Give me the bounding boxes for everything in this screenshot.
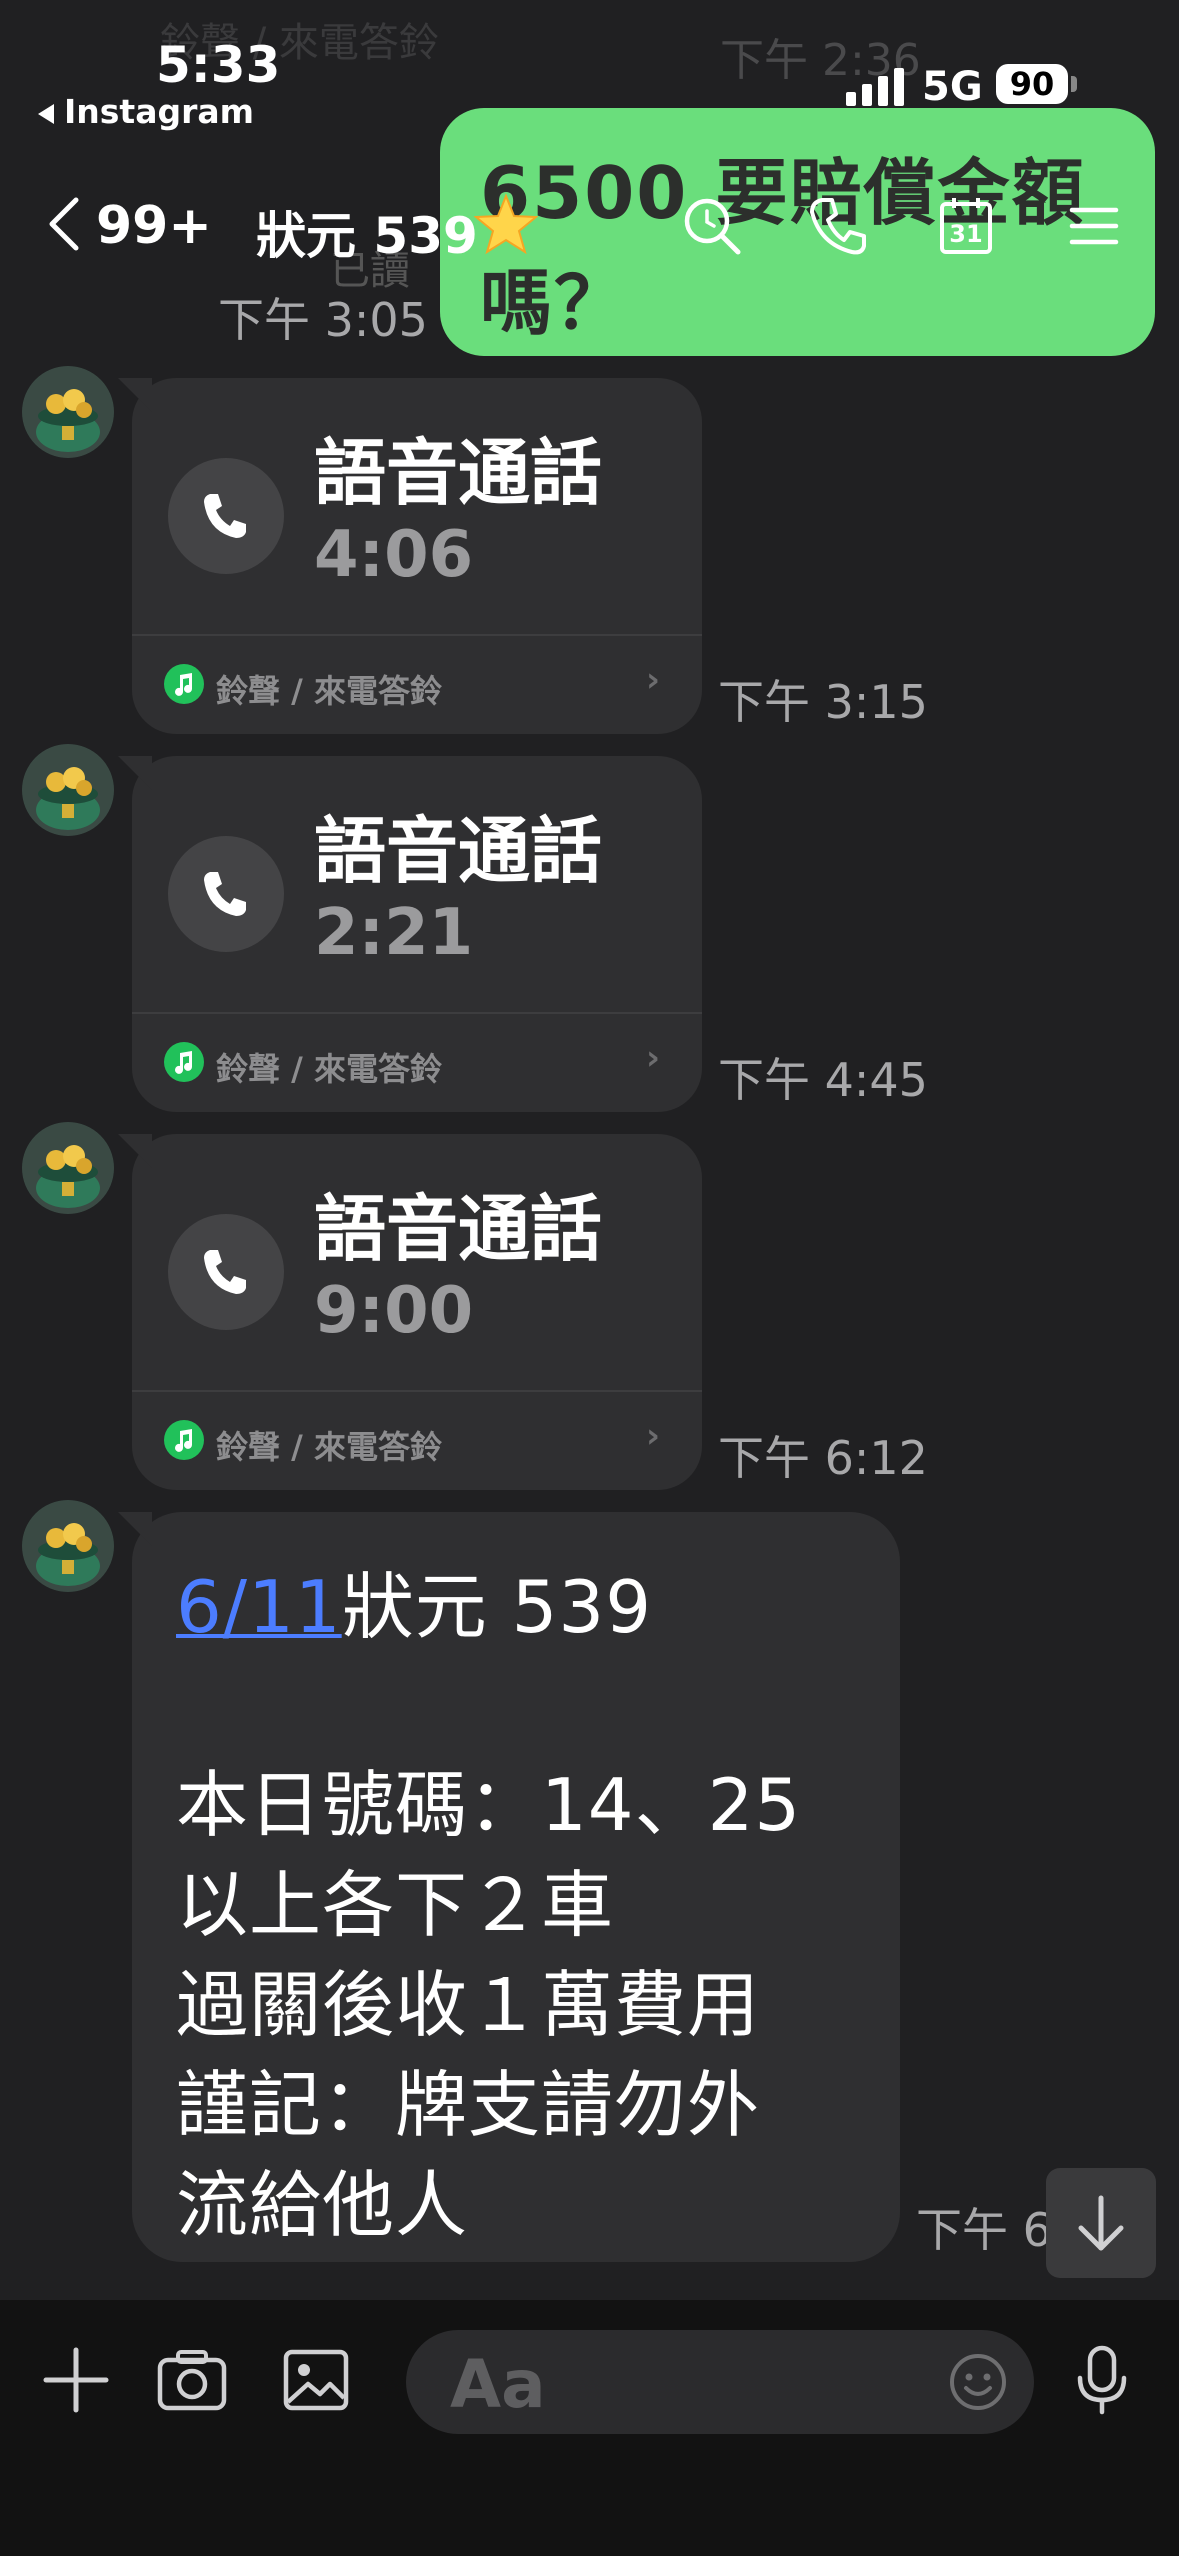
plus-icon[interactable] [36,2340,116,2420]
music-note-icon [164,1420,204,1460]
call-duration: 2:21 [314,896,474,970]
message-time: 下午 4:45 [718,1053,928,1107]
text-message-bubble[interactable]: 6/11狀元 539 本日號碼：14、25 以上各下２車 過關後收１萬費用 謹記… [132,1512,900,2262]
phone-icon [168,1214,284,1330]
message-line: 本日號碼：14、25 [176,1763,802,1847]
phone-icon[interactable] [806,194,870,258]
network-type: 5G [922,64,983,110]
date-link[interactable]: 6/11 [176,1565,342,1649]
calendar-icon[interactable]: 31 [934,194,998,258]
call-title: 語音通話 [314,1187,603,1271]
divider [132,634,702,636]
chevron-right-icon: › [646,1416,661,1456]
call-duration: 4:06 [314,518,474,592]
status-clock: 5:33 [156,36,281,94]
message-line: 謹記：牌支請勿外 [176,2063,761,2147]
voice-call-bubble[interactable]: 語音通話 4:06 鈴聲 / 來電答鈴 › [132,378,702,734]
star-icon [473,192,539,256]
voice-call-bubble[interactable]: 語音通話 9:00 鈴聲 / 來電答鈴 › [132,1134,702,1490]
divider [132,1390,702,1392]
message-input[interactable]: Aa [406,2330,1034,2434]
call-title: 語音通話 [314,431,603,515]
phone-icon [168,836,284,952]
search-icon[interactable] [680,194,744,258]
battery-nub [1071,76,1077,92]
avatar[interactable] [22,744,114,836]
avatar[interactable] [22,1500,114,1592]
message-title-line: 6/11狀元 539 [176,1548,652,1653]
back-triangle-icon [38,103,54,124]
music-note-icon [164,664,204,704]
scroll-to-bottom-button[interactable] [1046,2168,1156,2278]
status-bar: 5:33 Instagram 5G 90 [0,0,1179,131]
battery-icon: 90 [996,64,1068,104]
avatar[interactable] [22,1122,114,1214]
chat-title[interactable]: 狀元 539 [256,196,478,268]
back-chevron-icon[interactable] [36,194,96,254]
music-note-icon [164,1042,204,1082]
chat-header: 99+ 狀元 539 31 [0,170,1179,280]
image-icon[interactable] [276,2340,356,2420]
camera-icon[interactable] [152,2340,232,2420]
ringtone-link[interactable]: 鈴聲 / 來電答鈴 [216,1422,442,1468]
cellular-signal-icon [846,66,906,106]
divider [132,1012,702,1014]
call-title: 語音通話 [314,809,603,893]
chevron-right-icon: › [646,1038,661,1078]
ringtone-link[interactable]: 鈴聲 / 來電答鈴 [216,666,442,712]
sent-message-time: 下午 3:05 [218,293,428,347]
svg-text:31: 31 [949,220,982,248]
call-duration: 9:00 [314,1274,474,1348]
message-title-rest: 狀元 539 [341,1565,653,1649]
message-input-placeholder: Aa [450,2346,546,2423]
back-app-label: Instagram [64,92,255,131]
ringtone-link[interactable]: 鈴聲 / 來電答鈴 [216,1044,442,1090]
back-to-app-link[interactable]: Instagram [38,92,254,131]
arrow-down-icon [1078,2195,1124,2251]
emoji-icon[interactable] [946,2350,1010,2414]
chevron-right-icon: › [646,660,661,700]
avatar[interactable] [22,366,114,458]
voice-call-bubble[interactable]: 語音通話 2:21 鈴聲 / 來電答鈴 › [132,756,702,1112]
microphone-icon[interactable] [1062,2340,1142,2420]
phone-icon [168,458,284,574]
message-line: 流給他人 [176,2163,469,2247]
menu-icon[interactable] [1062,194,1126,258]
message-input-bar: Aa [0,2300,1179,2556]
message-line: 過關後收１萬費用 [176,1963,761,2047]
message-time: 下午 6:12 [718,1431,928,1485]
message-time: 下午 6 [916,2203,1052,2257]
unread-count[interactable]: 99+ [96,196,212,256]
message-time: 下午 3:15 [718,675,928,729]
message-line: 以上各下２車 [176,1863,615,1947]
